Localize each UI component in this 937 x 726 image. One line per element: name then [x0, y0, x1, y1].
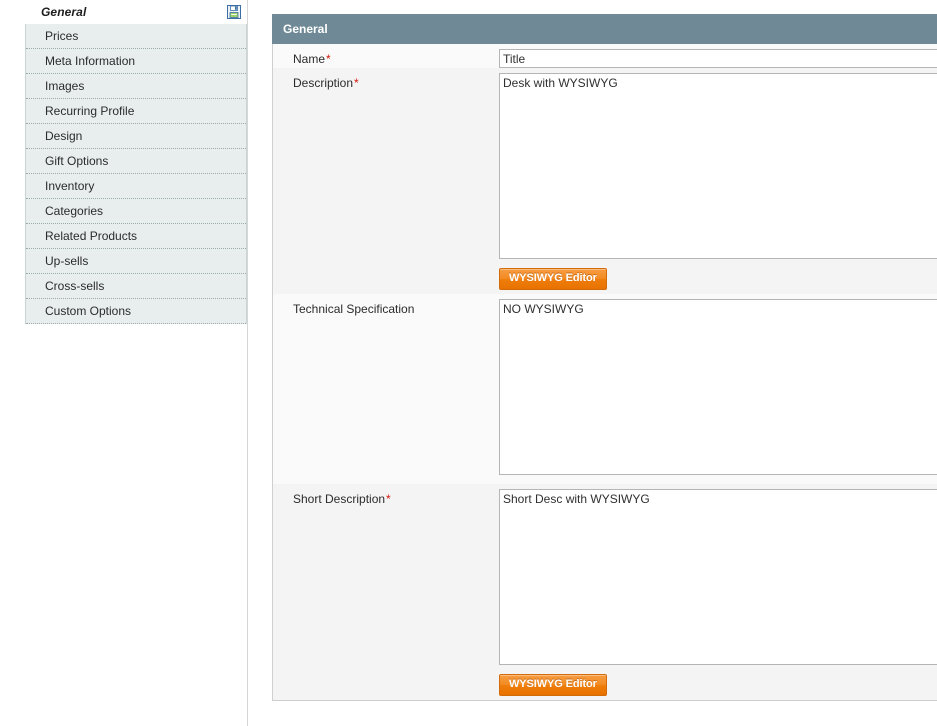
sidebar-item-label: Up-sells: [45, 254, 89, 268]
technical-specification-textarea[interactable]: [499, 299, 937, 475]
sidebar-item-prices[interactable]: Prices: [26, 24, 246, 49]
sidebar-item-cross-sells[interactable]: Cross-sells: [26, 274, 246, 299]
required-marker: *: [354, 76, 359, 90]
field-label-technical-specification: Technical Specification: [273, 294, 499, 484]
sidebar-item-design[interactable]: Design: [26, 124, 246, 149]
row-spacer: [499, 696, 937, 700]
sidebar-header-title: General: [41, 5, 87, 19]
field-control-name: [499, 44, 937, 68]
panel-title: General: [283, 22, 328, 36]
sidebar-item-label: Images: [45, 79, 85, 93]
save-disk-icon[interactable]: [227, 5, 247, 19]
form-row-technical-specification: Technical Specification: [273, 294, 937, 484]
general-section-panel: General Name* Description*: [272, 14, 937, 701]
sidebar-item-label: Meta Information: [45, 54, 136, 68]
sidebar-item-label: Custom Options: [45, 304, 132, 318]
short-description-textarea[interactable]: [499, 489, 937, 665]
sidebar-item-categories[interactable]: Categories: [26, 199, 246, 224]
sidebar-item-label: Cross-sells: [45, 279, 105, 293]
field-label-text: Description: [293, 76, 354, 90]
description-textarea[interactable]: [499, 73, 937, 259]
sidebar-item-recurring-profile[interactable]: Recurring Profile: [26, 99, 246, 124]
sidebar-item-meta-information[interactable]: Meta Information: [26, 49, 246, 74]
sidebar-header: General: [25, 0, 247, 24]
field-label-short-description: Short Description*: [273, 484, 499, 700]
field-label-description: Description*: [273, 68, 499, 294]
sidebar-item-label: Categories: [45, 204, 104, 218]
sidebar-item-custom-options[interactable]: Custom Options: [26, 299, 246, 324]
product-tabs-sidebar: General Prices Meta Information Images R…: [0, 0, 248, 726]
field-label-text: Short Description: [293, 492, 386, 506]
sidebar-item-label: Related Products: [45, 229, 138, 243]
sidebar-item-label: Gift Options: [45, 154, 109, 168]
panel-header: General: [272, 14, 937, 44]
field-control-description: WYSIWYG Editor: [499, 68, 937, 294]
form-row-short-description: Short Description* WYSIWYG Editor: [273, 484, 937, 700]
sidebar-item-up-sells[interactable]: Up-sells: [26, 249, 246, 274]
required-marker: *: [326, 52, 331, 66]
sidebar-item-label: Prices: [45, 29, 79, 43]
sidebar-item-label: Inventory: [45, 179, 95, 193]
field-control-short-description: WYSIWYG Editor: [499, 484, 937, 700]
sidebar-item-label: Design: [45, 129, 83, 143]
form-row-name: Name*: [273, 44, 937, 68]
sidebar-item-images[interactable]: Images: [26, 74, 246, 99]
sidebar-item-gift-options[interactable]: Gift Options: [26, 149, 246, 174]
sidebar-item-inventory[interactable]: Inventory: [26, 174, 246, 199]
sidebar-item-related-products[interactable]: Related Products: [26, 224, 246, 249]
short-description-wysiwyg-editor-button[interactable]: WYSIWYG Editor: [499, 674, 607, 696]
form-row-description: Description* WYSIWYG Editor: [273, 68, 937, 294]
field-control-technical-specification: [499, 294, 937, 484]
sidebar-item-label: Recurring Profile: [45, 104, 135, 118]
field-label-text: Technical Specification: [293, 302, 415, 316]
panel-body: Name* Description* WYSIWYG Editor: [272, 44, 937, 701]
field-label-name: Name*: [273, 44, 499, 68]
description-wysiwyg-editor-button[interactable]: WYSIWYG Editor: [499, 268, 607, 290]
product-tabs-list: Prices Meta Information Images Recurring…: [25, 24, 247, 324]
required-marker: *: [386, 492, 391, 506]
product-edit-screen: General Prices Meta Information Images R…: [0, 0, 937, 726]
field-label-text: Name: [293, 52, 326, 66]
name-input[interactable]: [499, 49, 937, 68]
